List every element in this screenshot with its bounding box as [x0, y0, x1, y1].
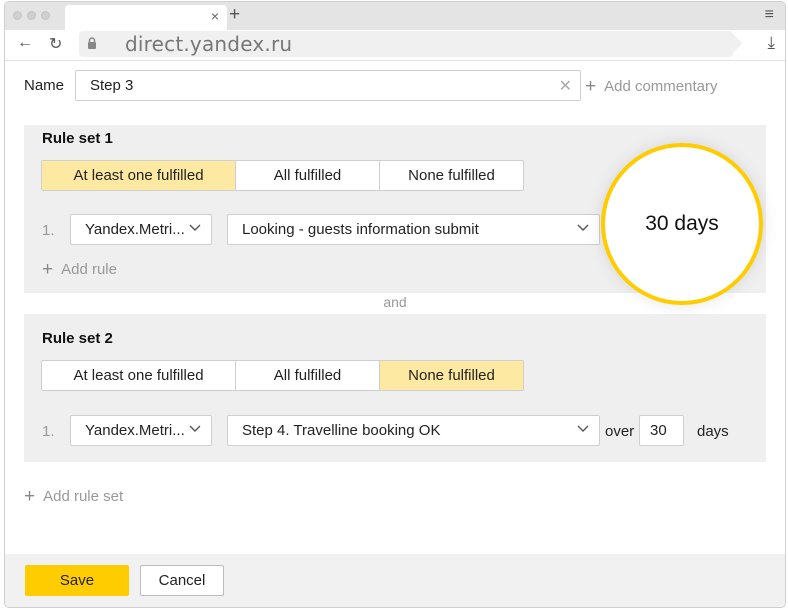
chevron-down-icon [577, 425, 589, 432]
browser-window: × + ≡ ← ↻ direct.yandex.ru ⤓ Name ✕ + Add… [4, 1, 786, 608]
source-select-value: Yandex.Metri... [85, 221, 185, 238]
callout-circle: 30 days [601, 143, 763, 305]
source-select[interactable]: Yandex.Metri... [70, 415, 212, 446]
option-none-fulfilled[interactable]: None fulfilled [380, 361, 523, 390]
over-label: over [605, 423, 635, 440]
goal-select[interactable]: Step 4. Travelline booking OK [227, 415, 600, 446]
days-input[interactable] [640, 416, 690, 445]
goal-select[interactable]: Looking - guests information submit [227, 214, 600, 245]
browser-titlebar: × + ≡ [5, 2, 785, 30]
add-rule-link[interactable]: + Add rule [42, 259, 117, 281]
new-tab-icon[interactable]: + [229, 4, 240, 26]
address-bar: ← ↻ direct.yandex.ru ⤓ [5, 30, 785, 61]
form-footer: Save Cancel [5, 554, 785, 607]
url-field[interactable]: direct.yandex.ru [79, 31, 733, 57]
form-content: Name ✕ + Add commentary Rule set 1 At lea… [5, 61, 785, 607]
add-rule-label: Add rule [61, 261, 117, 278]
lock-icon [88, 37, 96, 49]
tab-close-icon[interactable]: × [211, 8, 219, 24]
clear-icon[interactable]: ✕ [559, 76, 572, 96]
plus-icon: + [585, 76, 597, 97]
name-field[interactable]: ✕ [75, 70, 581, 101]
cancel-button[interactable]: Cancel [140, 565, 224, 596]
window-close-dot[interactable] [13, 11, 22, 20]
callout-text: 30 days [645, 212, 719, 235]
chevron-down-icon [189, 224, 201, 231]
option-all-fulfilled[interactable]: All fulfilled [236, 361, 380, 390]
chevron-down-icon [577, 224, 589, 231]
source-select[interactable]: Yandex.Metri... [70, 214, 212, 245]
chevron-down-icon [189, 425, 201, 432]
back-icon[interactable]: ← [17, 34, 33, 52]
goal-select-value: Looking - guests information submit [242, 221, 479, 238]
plus-icon: + [24, 486, 36, 507]
condition-selector: At least one fulfilled All fulfilled Non… [41, 160, 524, 191]
window-minimize-dot[interactable] [27, 11, 36, 20]
source-select-value: Yandex.Metri... [85, 422, 185, 439]
download-icon[interactable]: ⤓ [767, 33, 775, 53]
rule-set-title: Rule set 1 [42, 130, 113, 147]
option-all-fulfilled[interactable]: All fulfilled [236, 161, 380, 190]
goal-select-value: Step 4. Travelline booking OK [242, 422, 441, 439]
add-commentary-link[interactable]: + Add commentary [585, 76, 718, 98]
reload-icon[interactable]: ↻ [49, 34, 62, 54]
url-text: direct.yandex.ru [125, 32, 293, 56]
option-none-fulfilled[interactable]: None fulfilled [380, 161, 523, 190]
option-at-least-one[interactable]: At least one fulfilled [42, 161, 236, 190]
add-rule-set-label: Add rule set [43, 488, 124, 505]
rule-number: 1. [42, 222, 55, 239]
name-input[interactable] [76, 71, 550, 100]
browser-tab[interactable]: × [65, 5, 227, 30]
plus-icon: + [42, 259, 54, 280]
rule-set-2: Rule set 2 At least one fulfilled All fu… [24, 314, 766, 462]
add-commentary-label: Add commentary [604, 78, 718, 95]
add-rule-set-link[interactable]: + Add rule set [24, 486, 123, 508]
condition-selector: At least one fulfilled All fulfilled Non… [41, 360, 524, 391]
browser-menu-icon[interactable]: ≡ [765, 6, 774, 24]
days-field[interactable] [639, 415, 690, 446]
save-button[interactable]: Save [25, 565, 129, 596]
option-at-least-one[interactable]: At least one fulfilled [42, 361, 236, 390]
rule-set-title: Rule set 2 [42, 330, 113, 347]
name-label: Name [24, 77, 65, 94]
window-maximize-dot[interactable] [41, 11, 50, 20]
rule-number: 1. [42, 423, 55, 440]
days-label: days [697, 423, 729, 440]
